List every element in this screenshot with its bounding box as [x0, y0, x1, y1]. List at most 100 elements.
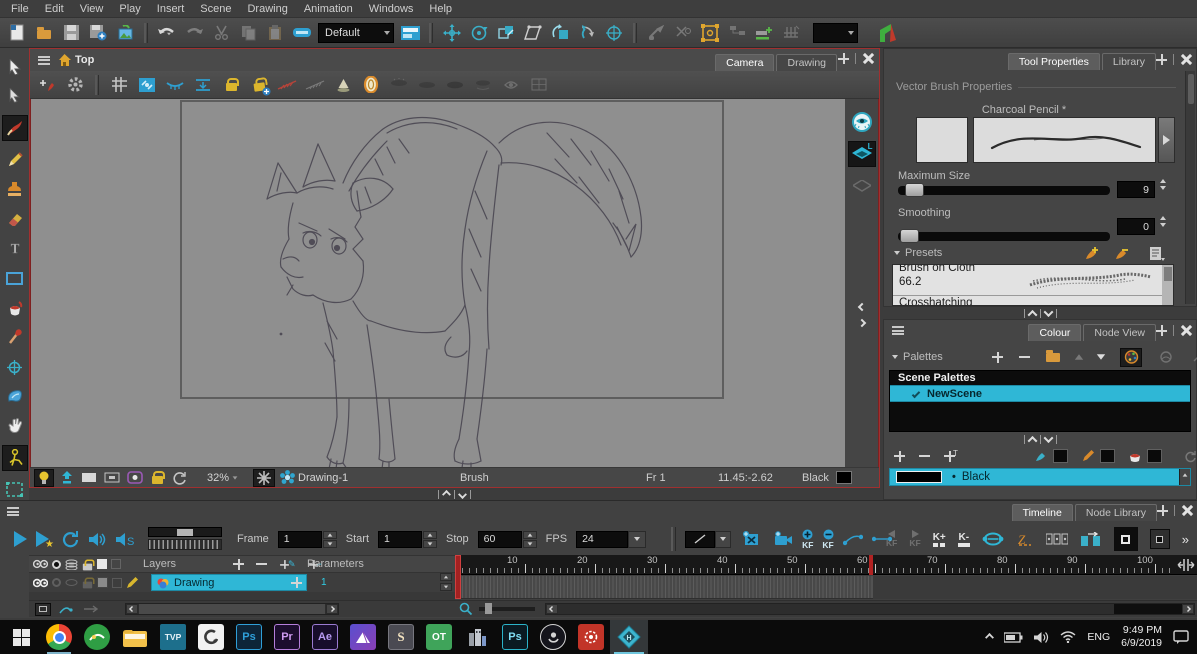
new-scene-button[interactable] — [6, 22, 28, 44]
sound-scrubbing-button[interactable]: S — [115, 532, 135, 547]
layer-visible-icon[interactable] — [33, 578, 48, 588]
taskbar-app-tvpaint[interactable]: TVP — [154, 620, 192, 654]
start-down-button[interactable] — [423, 539, 438, 548]
delete-layer-button[interactable] — [256, 559, 267, 570]
tab-camera[interactable]: Camera — [715, 54, 775, 71]
onion-next2-drawing-icon[interactable] — [472, 74, 494, 96]
paint-tool[interactable] — [4, 297, 26, 319]
taskbar-app-aftereffects[interactable]: Ae — [306, 620, 344, 654]
light-table-button[interactable] — [332, 74, 354, 96]
save-button[interactable] — [60, 22, 82, 44]
show-data-view-icon[interactable] — [982, 532, 1004, 546]
color-card-icon[interactable] — [253, 468, 276, 487]
rotate-tool-button[interactable] — [468, 22, 490, 44]
grid-button[interactable] — [108, 74, 130, 96]
add-view-button[interactable] — [1156, 325, 1167, 336]
preset-menu-button[interactable] — [1146, 242, 1168, 264]
add-texture-button[interactable]: T — [944, 449, 958, 462]
skew-tool-button[interactable] — [522, 22, 544, 44]
pencil-tool[interactable] — [4, 149, 26, 171]
start-button[interactable] — [2, 620, 40, 654]
smoothing-input[interactable]: 0 — [1117, 218, 1155, 235]
menu-insert[interactable]: Insert — [150, 1, 192, 17]
add-keyframe-exposure-button[interactable]: K+ — [933, 532, 946, 547]
tab-timeline[interactable]: Timeline — [1011, 504, 1073, 521]
right-panel-splitter[interactable] — [883, 306, 1197, 320]
frame-down-button[interactable] — [322, 539, 337, 548]
current-drawing[interactable]: Drawing-1 — [280, 470, 348, 485]
tool-presets-button[interactable] — [645, 22, 667, 44]
remove-keyframe-exposure-button[interactable]: K- — [957, 532, 970, 547]
palette-move-up-button[interactable] — [1074, 354, 1084, 360]
flip-tool-button[interactable] — [576, 22, 598, 44]
layer-enable-icon[interactable] — [52, 578, 61, 587]
text-tool[interactable]: T — [4, 238, 26, 260]
palette-view-mode-icon[interactable] — [1158, 349, 1174, 365]
taskbar-app-chrome[interactable] — [40, 620, 78, 654]
paint-colour-swatch[interactable] — [1147, 449, 1162, 463]
playhead[interactable] — [455, 555, 461, 599]
onion-col-icon[interactable] — [111, 559, 121, 569]
rectangle-tool[interactable] — [4, 267, 26, 289]
maximum-size-input[interactable]: 9 — [1117, 181, 1155, 198]
brush-preview-expand-button[interactable] — [1158, 117, 1175, 163]
maximum-size-slider-thumb[interactable] — [905, 183, 924, 197]
menu-view[interactable]: View — [73, 1, 111, 17]
transform-tool-button[interactable] — [549, 22, 571, 44]
taskbar-app-opentoonz[interactable]: OT — [420, 620, 458, 654]
show-all-thumbnails-icon[interactable] — [33, 559, 48, 569]
horizontal-splitter[interactable] — [29, 488, 880, 500]
prev-keyframe-button[interactable]: KF — [886, 530, 897, 548]
menu-scene[interactable]: Scene — [193, 1, 238, 17]
show-palette-list-button[interactable] — [1120, 347, 1142, 367]
layer-onion-icon[interactable] — [112, 577, 122, 588]
smoothing-down-icon[interactable] — [1160, 223, 1166, 227]
line-style-caret[interactable] — [715, 530, 732, 548]
menu-animation[interactable]: Animation — [297, 1, 360, 17]
render-play-button[interactable]: ★ — [36, 531, 54, 550]
copy-button[interactable] — [237, 22, 259, 44]
renderer-select[interactable] — [813, 22, 858, 43]
fps-input[interactable]: 24 — [576, 530, 629, 548]
light-table-toggle[interactable] — [34, 468, 54, 487]
translate-tool-button[interactable] — [441, 22, 463, 44]
loop-button[interactable] — [61, 530, 79, 548]
brush-colour-swatch[interactable] — [1053, 449, 1068, 463]
add-keyframe-button[interactable]: KF — [802, 529, 813, 550]
zoom-fit-icon[interactable] — [59, 467, 75, 489]
swap-colours-icon[interactable] — [1183, 450, 1197, 463]
view-menu-icon[interactable] — [38, 55, 50, 65]
tab-tool-properties[interactable]: Tool Properties — [1007, 53, 1100, 70]
select-composite-button[interactable] — [699, 22, 721, 44]
tray-expand-icon[interactable] — [985, 632, 995, 642]
add-drawing-layer-button[interactable] — [36, 74, 58, 96]
menu-edit[interactable]: Edit — [38, 1, 71, 17]
timeline-frames[interactable]: 10 20 30 40 50 60 70 80 90 100 — [455, 555, 1197, 600]
motion-keyframe-icon[interactable] — [842, 532, 863, 546]
brush-tool[interactable] — [1, 115, 28, 141]
timeline-zoom-slider[interactable] — [479, 603, 535, 614]
add-view-button[interactable] — [1156, 54, 1167, 65]
reset-view-icon[interactable] — [170, 467, 188, 489]
taskbar-app-clipstudio[interactable] — [192, 620, 230, 654]
wifi-icon[interactable] — [1060, 631, 1076, 643]
drawing-pivot-tool[interactable] — [4, 356, 26, 378]
next-keyframe-button[interactable]: KF — [909, 530, 921, 548]
onion-prev-drawing-icon[interactable] — [388, 74, 410, 96]
start-up-button[interactable] — [423, 530, 438, 539]
save-all-button[interactable] — [87, 22, 109, 44]
align-handles-button[interactable] — [192, 74, 214, 96]
maximum-size-up-icon[interactable] — [1160, 179, 1166, 183]
open-scene-button[interactable] — [33, 22, 55, 44]
new-brush-preset-button[interactable] — [1080, 242, 1102, 264]
pencil-colour-swatch[interactable] — [1100, 449, 1115, 463]
splitter-down-icon[interactable] — [1043, 433, 1053, 444]
frame-input[interactable]: 1 — [277, 530, 322, 548]
taskbar-app-photoshop-cs[interactable]: Ps — [496, 620, 534, 654]
layer-stack-icon[interactable] — [65, 577, 78, 588]
close-view-button[interactable] — [1180, 54, 1191, 65]
current-view-eye-icon[interactable] — [851, 111, 873, 133]
lock-view-icon[interactable] — [149, 467, 165, 489]
current-layer-icon[interactable]: L — [847, 141, 876, 167]
collapse-left-icon[interactable] — [857, 302, 866, 312]
